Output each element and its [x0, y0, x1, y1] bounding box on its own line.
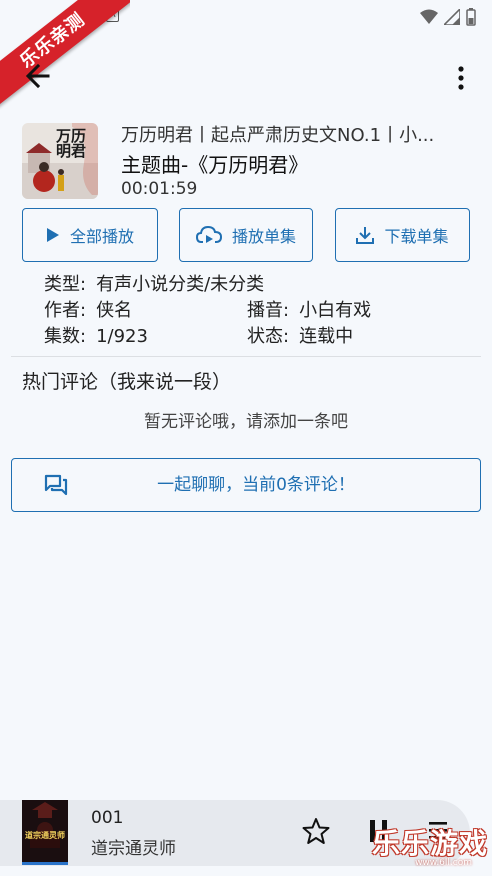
info-author-value: 侠名: [96, 300, 133, 321]
info-episodes: 集数: 1/923: [44, 322, 148, 348]
divider: [11, 356, 481, 357]
info-episodes-label: 集数:: [44, 326, 87, 347]
info-type-value: 有声小说分类/未分类: [96, 274, 265, 295]
play-episode-label: 播放单集: [231, 227, 296, 246]
info-status: 状态: 连载中: [247, 322, 353, 348]
info-type: 类型: 有声小说分类/未分类: [44, 270, 264, 296]
track-title: 主题曲-《万历明君》: [121, 153, 309, 177]
watermark-text: 乐乐游戏: [371, 827, 488, 860]
signal-icon: [444, 9, 460, 25]
mini-player-progress: [22, 862, 68, 865]
info-status-value: 连载中: [299, 326, 354, 347]
play-all-button[interactable]: 全部播放: [22, 208, 158, 262]
comments-title[interactable]: 热门评论（我来说一段）: [22, 367, 231, 394]
info-author-label: 作者:: [44, 300, 87, 321]
download-icon: [356, 227, 375, 244]
more-vertical-icon: [458, 66, 464, 90]
info-narrator-value: 小白有戏: [299, 300, 372, 321]
wifi-icon: [420, 9, 438, 24]
mini-player-cover-text: 道宗通灵师: [25, 831, 65, 840]
battery-icon: [466, 8, 476, 26]
chat-label: 一起聊聊，当前0条评论！: [157, 475, 355, 495]
more-options-button[interactable]: [446, 60, 476, 96]
mini-player-cover: 道宗通灵师: [22, 800, 68, 862]
star-outline-icon: [302, 818, 330, 844]
mini-player-episode: 001: [91, 808, 124, 828]
info-narrator: 播音: 小白有戏: [247, 296, 371, 322]
watermark-url: www.6ll.com: [415, 858, 472, 868]
album-title: 万历明君丨起点严肃历史文NO.1丨小...: [121, 125, 435, 146]
play-all-label: 全部播放: [69, 227, 134, 246]
comments-empty-text: 暂无评论哦，请添加一条吧: [144, 412, 348, 432]
info-status-label: 状态:: [247, 326, 290, 347]
download-episode-label: 下载单集: [384, 227, 449, 246]
play-icon: [46, 228, 59, 242]
favorite-button[interactable]: [302, 817, 330, 849]
chat-button[interactable]: 一起聊聊，当前0条评论！: [11, 458, 481, 512]
info-narrator-label: 播音:: [247, 300, 290, 321]
play-episode-button[interactable]: 播放单集: [179, 208, 313, 262]
album-cover-text: 万历明君: [56, 127, 87, 160]
info-episodes-value: 1/923: [96, 326, 148, 347]
album-cover: 万历明君: [22, 123, 98, 199]
info-type-label: 类型:: [44, 274, 87, 295]
track-time: 00:01:59: [121, 179, 198, 199]
mini-player-title: 道宗通灵师: [91, 839, 176, 859]
download-episode-button[interactable]: 下载单集: [335, 208, 470, 262]
cloud-play-icon: [195, 225, 222, 243]
info-author: 作者: 侠名: [44, 296, 132, 322]
status-icons: [420, 8, 476, 26]
back-button[interactable]: [20, 58, 56, 94]
arrow-left-icon: [25, 63, 50, 89]
